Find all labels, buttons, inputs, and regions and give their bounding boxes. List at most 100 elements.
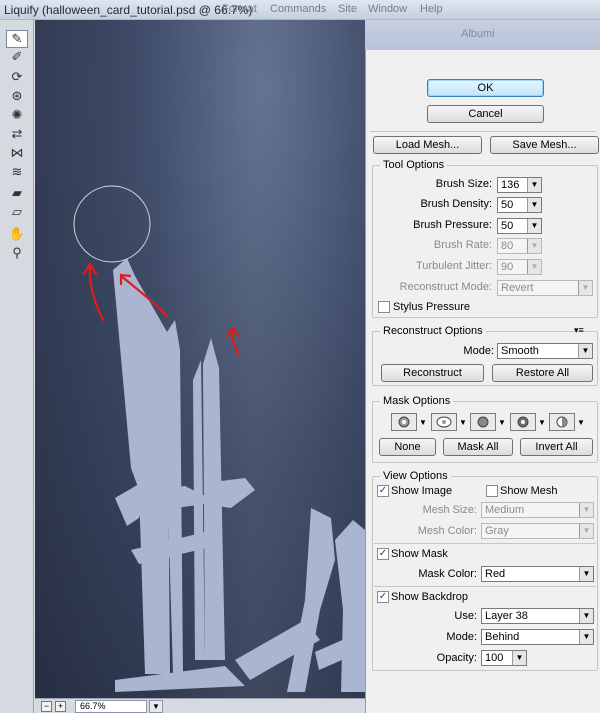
- ghost-menu-item: Format: [222, 3, 257, 15]
- brush-density-field[interactable]: 50 ▼: [497, 197, 542, 213]
- twirl-clockwise-tool-icon[interactable]: ⟳: [6, 68, 28, 86]
- turbulence-tool-icon[interactable]: ≋: [6, 163, 28, 181]
- backdrop-mode-label: Mode:: [446, 631, 477, 643]
- brush-size-field[interactable]: 136 ▼: [497, 177, 542, 193]
- dropdown-arrow-icon[interactable]: ▼: [527, 219, 541, 233]
- mesh-color-select: Gray ▼: [481, 523, 594, 539]
- mask-color-select[interactable]: Red ▼: [481, 566, 594, 582]
- turbulent-jitter-label: Turbulent Jitter:: [415, 260, 492, 272]
- chevron-down-icon[interactable]: ▼: [419, 418, 427, 427]
- mesh-color-label: Mesh Color:: [417, 525, 477, 537]
- dropdown-arrow-icon: ▼: [527, 239, 541, 253]
- mask-color-label: Mask Color:: [418, 568, 477, 580]
- zoom-out-button[interactable]: −: [41, 701, 52, 712]
- show-image-checkbox[interactable]: ✓: [377, 485, 389, 497]
- load-mesh-button[interactable]: Load Mesh...: [373, 136, 482, 154]
- opacity-field[interactable]: 100 ▼: [481, 650, 527, 666]
- mask-all-button[interactable]: Mask All: [443, 438, 513, 456]
- tools-panel: ✎ ✐ ⟳ ⊛ ✺ ⇄ ⋈ ≋ ▰ ▱ ✋ ⚲: [0, 20, 34, 713]
- dropdown-arrow-icon: ▼: [579, 524, 593, 538]
- subtract-from-selection-icon[interactable]: [470, 413, 496, 431]
- chevron-down-icon[interactable]: ▼: [577, 418, 585, 427]
- brush-rate-value: 80: [501, 240, 514, 252]
- reconstruct-options-legend: Reconstruct Options: [380, 325, 486, 337]
- thaw-mask-tool-icon[interactable]: ▱: [6, 203, 28, 221]
- zoom-in-button[interactable]: +: [55, 701, 66, 712]
- mask-color-value: Red: [485, 568, 506, 580]
- hand-tool-icon[interactable]: ✋: [6, 225, 28, 243]
- dropdown-arrow-icon: ▼: [579, 503, 593, 517]
- show-image-label: Show Image: [391, 485, 453, 497]
- forward-warp-tool-icon[interactable]: ✎: [6, 30, 28, 48]
- reconstruct-mode-label: Mode:: [463, 345, 494, 357]
- freeze-mask-tool-icon[interactable]: ▰: [6, 184, 28, 202]
- mesh-color-value: Gray: [485, 525, 509, 537]
- reconstruct-button[interactable]: Reconstruct: [381, 364, 484, 382]
- reconstruct-mode-label: Reconstruct Mode:: [399, 281, 492, 293]
- backdrop-layer-select[interactable]: Layer 38 ▼: [481, 608, 594, 624]
- reconstruct-mode-value: Revert: [501, 282, 534, 294]
- zoom-dropdown-button[interactable]: ▼: [149, 700, 163, 713]
- show-backdrop-checkbox[interactable]: ✓: [377, 591, 389, 603]
- dropdown-arrow-icon[interactable]: ▼: [527, 198, 541, 212]
- use-label: Use:: [454, 610, 477, 622]
- ghost-menu-item: Commands: [270, 3, 327, 15]
- brush-pressure-field[interactable]: 50 ▼: [497, 218, 542, 234]
- reconstruct-smooth-select[interactable]: Smooth ▼: [497, 343, 593, 359]
- reconstruct-tool-icon[interactable]: ✐: [6, 48, 28, 66]
- zoom-level-field[interactable]: 66.7%: [75, 700, 147, 713]
- intersect-with-selection-icon[interactable]: [510, 413, 536, 431]
- show-mesh-checkbox[interactable]: [486, 485, 498, 497]
- ghost-panel-title: Albumi: [461, 28, 495, 40]
- window-title: Liquify (halloween_card_tutorial.psd @ 6…: [4, 3, 253, 17]
- bloat-tool-icon[interactable]: ✺: [6, 106, 28, 124]
- show-mask-checkbox[interactable]: ✓: [377, 548, 389, 560]
- divider: [370, 131, 596, 132]
- backdrop-mode-value: Behind: [485, 631, 520, 643]
- panel-menu-icon[interactable]: ▾≡: [574, 325, 584, 336]
- mirror-tool-icon[interactable]: ⋈: [6, 144, 28, 162]
- dropdown-arrow-icon[interactable]: ▼: [579, 609, 593, 623]
- replace-selection-icon[interactable]: [391, 413, 417, 431]
- zoom-tool-icon[interactable]: ⚲: [6, 244, 28, 262]
- turbulent-jitter-value: 90: [501, 261, 514, 273]
- backdrop-mode-select[interactable]: Behind ▼: [481, 629, 594, 645]
- save-mesh-button[interactable]: Save Mesh...: [490, 136, 599, 154]
- title-bar: Liquify (halloween_card_tutorial.psd @ 6…: [0, 0, 600, 20]
- liquify-canvas[interactable]: [35, 20, 365, 698]
- stylus-pressure-checkbox[interactable]: [378, 301, 390, 313]
- pucker-tool-icon[interactable]: ⊛: [6, 87, 28, 105]
- dropdown-arrow-icon: ▼: [578, 281, 592, 295]
- ghost-menu-item: Help: [420, 3, 443, 15]
- chevron-down-icon[interactable]: ▼: [459, 418, 467, 427]
- brush-density-value: 50: [501, 199, 514, 211]
- dropdown-arrow-icon[interactable]: ▼: [579, 567, 593, 581]
- reconstruct-smooth-value: Smooth: [501, 345, 539, 357]
- ghost-menu-item: Site: [338, 3, 357, 15]
- tool-options-legend: Tool Options: [380, 159, 448, 171]
- dropdown-arrow-icon[interactable]: ▼: [579, 630, 593, 644]
- dropdown-arrow-icon[interactable]: ▼: [578, 344, 592, 358]
- push-left-tool-icon[interactable]: ⇄: [6, 125, 28, 143]
- show-mask-label: Show Mask: [391, 548, 448, 560]
- ok-button[interactable]: OK: [427, 79, 544, 97]
- backdrop-layer-value: Layer 38: [485, 610, 528, 622]
- mask-options-legend: Mask Options: [380, 395, 454, 407]
- cancel-button[interactable]: Cancel: [427, 105, 544, 123]
- brush-pressure-value: 50: [501, 220, 514, 232]
- stylus-pressure-label: Stylus Pressure: [393, 301, 471, 313]
- restore-all-button[interactable]: Restore All: [492, 364, 593, 382]
- zoom-status-bar: − + 66.7% ▼: [35, 698, 365, 713]
- dropdown-arrow-icon[interactable]: ▼: [527, 178, 541, 192]
- invert-selection-icon[interactable]: [549, 413, 575, 431]
- divider: [374, 543, 596, 544]
- chevron-down-icon[interactable]: ▼: [498, 418, 506, 427]
- mesh-size-label: Mesh Size:: [422, 504, 477, 516]
- chevron-down-icon[interactable]: ▼: [538, 418, 546, 427]
- invert-all-button[interactable]: Invert All: [520, 438, 593, 456]
- divider: [374, 586, 596, 587]
- add-to-selection-icon[interactable]: [431, 413, 457, 431]
- mask-none-button[interactable]: None: [379, 438, 436, 456]
- opacity-label: Opacity:: [436, 652, 477, 664]
- dropdown-arrow-icon[interactable]: ▼: [512, 651, 526, 665]
